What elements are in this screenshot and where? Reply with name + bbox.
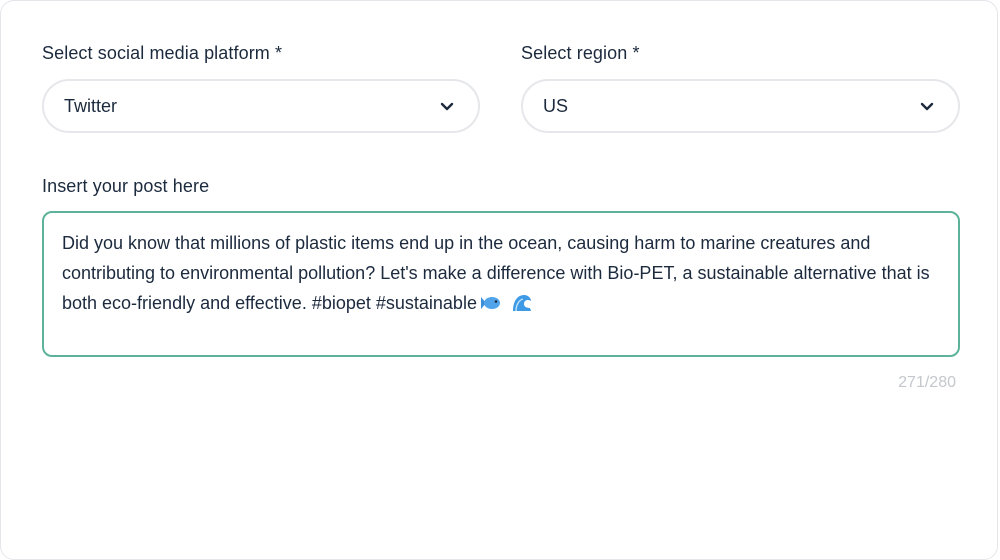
post-form-card: Select social media platform * Twitter S… (0, 0, 998, 560)
character-counter: 271/280 (898, 374, 956, 391)
chevron-down-icon (440, 102, 454, 111)
region-label: Select region * (521, 43, 640, 63)
post-textarea[interactable]: Did you know that millions of plastic it… (42, 211, 960, 357)
fish-icon (480, 297, 500, 309)
platform-label: Select social media platform * (42, 43, 283, 63)
chevron-down-icon (920, 102, 934, 111)
platform-select-value: Twitter (64, 96, 118, 116)
platform-select[interactable]: Twitter (42, 79, 480, 133)
wave-icon (512, 295, 531, 312)
region-select-value: US (543, 96, 569, 116)
post-label: Insert your post here (42, 176, 210, 196)
region-select[interactable]: US (521, 79, 960, 133)
